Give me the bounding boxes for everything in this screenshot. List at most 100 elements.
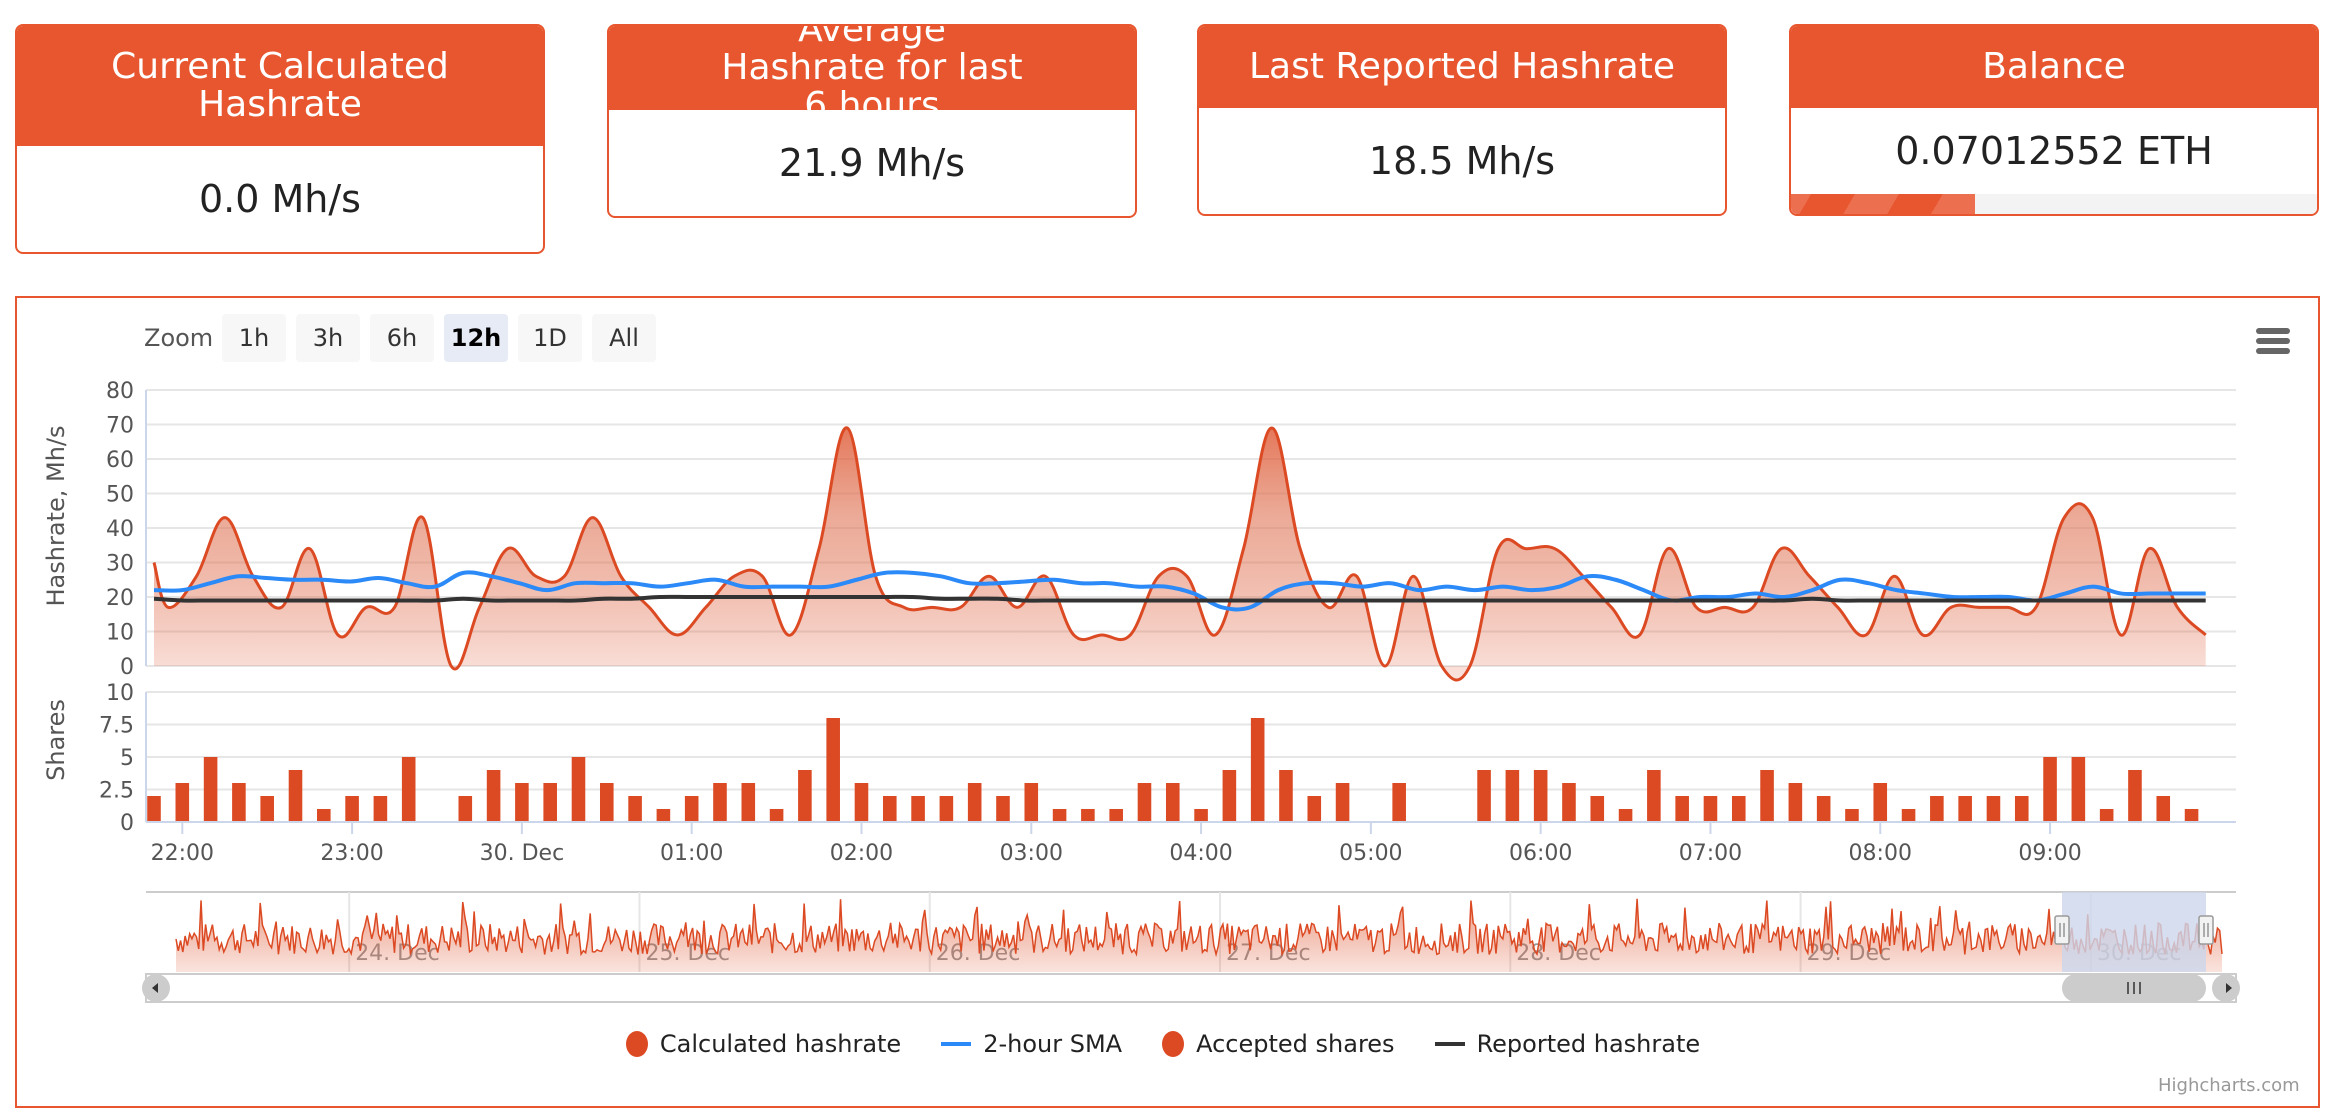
legend-item-accepted-shares[interactable]: Accepted shares	[1162, 1030, 1395, 1058]
shares-bar	[543, 783, 557, 822]
y-tick-label: 20	[106, 586, 134, 611]
shares-bar	[1505, 770, 1520, 822]
chart-legend: Calculated hashrate 2-hour SMA Accepted …	[0, 1030, 2326, 1058]
legend-label: Reported hashrate	[1476, 1030, 1701, 1058]
shares-bar	[1731, 796, 1746, 822]
y-tick-label: 80	[106, 379, 134, 404]
legend-label: Accepted shares	[1196, 1030, 1395, 1058]
shares-bar	[798, 770, 812, 822]
shares-bar	[1788, 783, 1803, 822]
shares-bar	[2071, 757, 2086, 822]
shares-bar	[1279, 770, 1293, 822]
y-tick-label: 30	[106, 552, 134, 577]
y-tick-label: 10	[106, 621, 134, 646]
shares-bar	[939, 796, 954, 822]
shares-bar	[232, 783, 246, 822]
shares-bar	[599, 783, 614, 822]
legend-item-reported-hashrate[interactable]: Reported hashrate	[1434, 1030, 1701, 1058]
x-tick-label: 03:00	[1000, 841, 1063, 866]
shares-bar	[1533, 770, 1548, 822]
shares-bar	[175, 783, 190, 822]
y-tick-label: 0	[120, 655, 134, 680]
x-tick-label: 06:00	[1509, 841, 1572, 866]
shares-bar	[345, 796, 359, 822]
y-tick-label: 50	[106, 483, 134, 508]
shares-bar	[826, 718, 840, 822]
shares-bar	[684, 796, 699, 822]
shares-bar	[317, 809, 331, 822]
x-tick-label: 05:00	[1339, 841, 1402, 866]
shares-bar	[1618, 809, 1633, 822]
shares-bar	[1307, 796, 1322, 822]
legend-label: Calculated hashrate	[659, 1030, 902, 1058]
shares-bar	[2014, 796, 2029, 822]
shares-bar	[1194, 809, 1208, 822]
x-tick-label: 04:00	[1169, 841, 1232, 866]
shares-bar	[1052, 809, 1067, 822]
shares-bar	[713, 783, 727, 822]
y-tick-label: 10	[106, 681, 134, 706]
shares-bar	[515, 783, 529, 822]
navigator-left-handle[interactable]	[2054, 915, 2070, 945]
shares-bar	[1760, 770, 1774, 822]
legend-symbol-dot-icon	[1162, 1031, 1185, 1057]
shares-bar	[769, 809, 784, 822]
shares-bar	[1081, 809, 1095, 822]
shares-bar	[147, 796, 161, 822]
shares-bar	[656, 809, 671, 822]
shares-bar	[967, 783, 982, 822]
shares-bar	[203, 757, 218, 822]
y-tick-label: 2.5	[99, 779, 134, 804]
shares-bar	[2128, 770, 2142, 822]
shares-bar	[1647, 770, 1661, 822]
y-axis-title-shares: Shares	[42, 699, 70, 781]
x-tick-label: 02:00	[830, 841, 893, 866]
shares-bar	[1930, 796, 1944, 822]
legend-symbol-line-icon	[1434, 1042, 1465, 1046]
shares-bar	[1703, 796, 1718, 822]
shares-bar	[2043, 757, 2057, 822]
shares-bar	[2156, 796, 2171, 822]
x-tick-label: 30. Dec	[480, 841, 565, 866]
x-tick-label: 09:00	[2018, 841, 2081, 866]
legend-symbol-line-icon	[941, 1042, 972, 1046]
shares-bar	[1024, 783, 1039, 822]
legend-symbol-dot-icon	[625, 1031, 648, 1057]
navigator-right-handle[interactable]	[2198, 915, 2214, 945]
navigator-area	[176, 898, 2222, 972]
highcharts-credit-link[interactable]: Highcharts.com	[2158, 1075, 2300, 1096]
shares-bar	[1986, 796, 2001, 822]
navigator-selection-mask	[2062, 892, 2206, 972]
shares-bar	[1958, 796, 1972, 822]
shares-bar	[1222, 770, 1237, 822]
shares-bar	[882, 796, 897, 822]
legend-item-calculated-hashrate[interactable]: Calculated hashrate	[625, 1030, 902, 1058]
shares-bar	[1392, 783, 1406, 822]
y-tick-label: 0	[120, 811, 134, 836]
y-tick-label: 70	[106, 414, 134, 439]
x-tick-label: 22:00	[151, 841, 214, 866]
shares-bar	[741, 783, 756, 822]
y-tick-label: 60	[106, 448, 134, 473]
x-tick-label: 01:00	[660, 841, 723, 866]
legend-item-sma[interactable]: 2-hour SMA	[941, 1030, 1122, 1058]
shares-bar	[2184, 809, 2199, 822]
shares-bar	[1109, 809, 1123, 822]
shares-bar	[1590, 796, 1605, 822]
shares-bar	[1845, 809, 1859, 822]
shares-bar	[1675, 796, 1689, 822]
legend-label: 2-hour SMA	[983, 1030, 1123, 1058]
y-tick-label: 40	[106, 517, 134, 542]
x-tick-label: 07:00	[1679, 841, 1742, 866]
shares-bar	[1873, 783, 1888, 822]
y-tick-label: 5	[120, 746, 134, 771]
shares-bar	[911, 796, 925, 822]
shares-bar	[1477, 770, 1491, 822]
shares-bar	[1250, 718, 1265, 822]
shares-bar	[1816, 796, 1831, 822]
shares-bar	[2099, 809, 2114, 822]
shares-bar	[996, 796, 1010, 822]
scrollbar-track[interactable]	[145, 973, 2237, 1003]
shares-bar	[571, 757, 586, 822]
y-axis-title-hashrate: Hashrate, Mh/s	[42, 426, 70, 607]
